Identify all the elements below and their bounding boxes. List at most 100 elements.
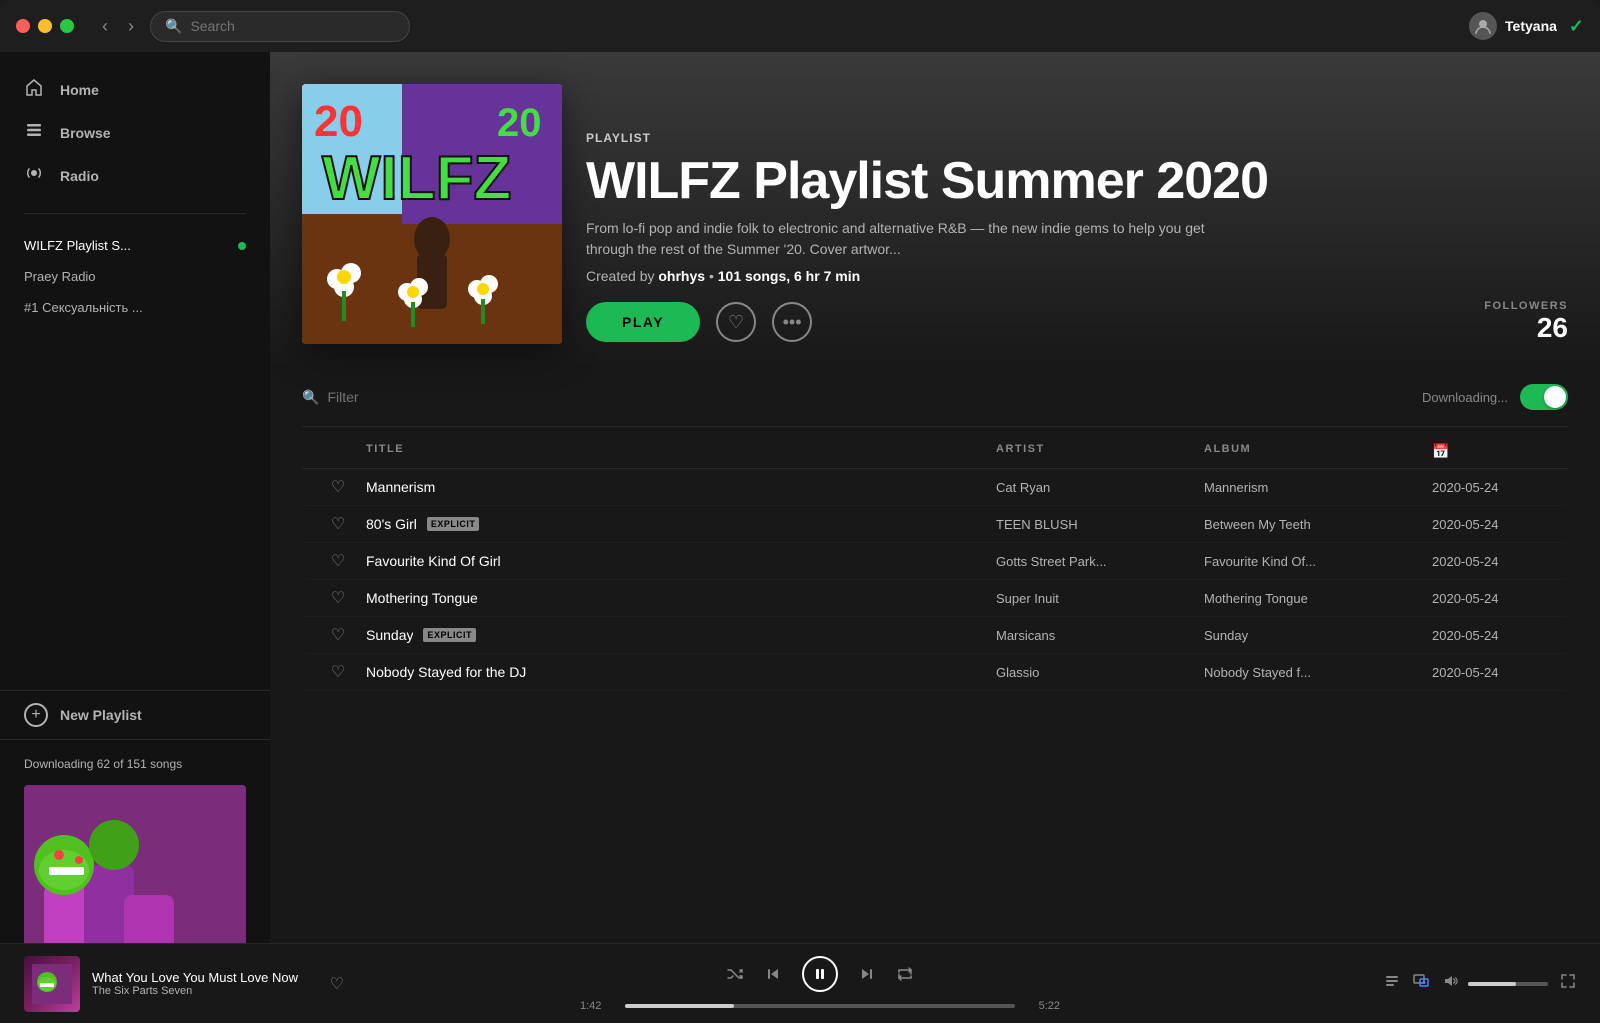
- playlist-actions: PLAY ♡ ••• FOLLOWERS 26: [586, 300, 1568, 344]
- filter-input[interactable]: [327, 389, 508, 405]
- track-artist[interactable]: Super Inuit: [996, 591, 1196, 606]
- track-list-toolbar: 🔍 Downloading...: [302, 368, 1568, 427]
- back-button[interactable]: ‹: [94, 13, 116, 39]
- track-artist[interactable]: TEEN BLUSH: [996, 517, 1196, 532]
- track-row[interactable]: ♡ Sunday EXPLICIT Marsicans Sunday 2020-…: [302, 617, 1568, 654]
- repeat-button[interactable]: [896, 965, 914, 983]
- track-title: Mothering Tongue: [366, 590, 478, 606]
- track-album[interactable]: Mannerism: [1204, 480, 1424, 495]
- progress-track[interactable]: [625, 1004, 1015, 1008]
- followers-info: FOLLOWERS 26: [1484, 300, 1568, 344]
- username-label: Tetyana: [1505, 18, 1557, 34]
- track-heart[interactable]: ♡: [318, 662, 358, 682]
- sidebar-item-radio[interactable]: Radio: [0, 154, 270, 197]
- sidebar-nav: Home Browse: [0, 52, 270, 205]
- player-buttons: [726, 956, 914, 992]
- track-title-cell: Nobody Stayed for the DJ: [366, 664, 988, 680]
- nav-arrows: ‹ ›: [94, 13, 142, 39]
- sidebar-playlist-praey-label: Praey Radio: [24, 269, 96, 284]
- track-date: 2020-05-24: [1432, 628, 1552, 643]
- title-bar-right: Tetyana ✓: [1469, 12, 1584, 40]
- track-heart[interactable]: ♡: [318, 477, 358, 497]
- search-bar[interactable]: 🔍: [150, 11, 410, 42]
- now-playing-title: What You Love You Must Love Now: [92, 970, 318, 985]
- track-heart[interactable]: ♡: [318, 625, 358, 645]
- download-toggle[interactable]: [1520, 384, 1568, 410]
- search-input[interactable]: [190, 18, 395, 34]
- radio-icon: [24, 164, 44, 187]
- track-list-container: 🔍 Downloading... TITLE ARTIST ALBUM 📅: [270, 368, 1600, 791]
- device-button[interactable]: [1412, 972, 1430, 995]
- track-title: Nobody Stayed for the DJ: [366, 664, 526, 680]
- player-bar: What You Love You Must Love Now The Six …: [0, 943, 1600, 1023]
- followers-label: FOLLOWERS: [1484, 300, 1568, 312]
- track-row[interactable]: ♡ Favourite Kind Of Girl Gotts Street Pa…: [302, 543, 1568, 580]
- like-button[interactable]: ♡: [716, 302, 756, 342]
- sidebar-item-browse[interactable]: Browse: [0, 111, 270, 154]
- minimize-button[interactable]: [38, 19, 52, 33]
- main-content: 20 WILFZ 20: [270, 52, 1600, 1023]
- prev-button[interactable]: [764, 965, 782, 983]
- toggle-knob: [1544, 386, 1566, 408]
- track-title: Mannerism: [366, 479, 435, 495]
- volume-bar[interactable]: [1468, 982, 1548, 986]
- playlist-header: 20 WILFZ 20: [270, 52, 1600, 368]
- sidebar-playlist-praey[interactable]: Praey Radio: [0, 261, 270, 292]
- close-button[interactable]: [16, 19, 30, 33]
- track-heart[interactable]: ♡: [318, 551, 358, 571]
- track-album[interactable]: Favourite Kind Of...: [1204, 554, 1424, 569]
- track-album[interactable]: Between My Teeth: [1204, 517, 1424, 532]
- sidebar-item-home[interactable]: Home: [0, 68, 270, 111]
- sidebar-playlist-wilfz[interactable]: WILFZ Playlist S...: [0, 230, 270, 261]
- track-row[interactable]: ♡ Mothering Tongue Super Inuit Mothering…: [302, 580, 1568, 617]
- sidebar-playlist-sexy[interactable]: #1 Сексуальність ...: [0, 292, 270, 323]
- playlist-title: WILFZ Playlist Summer 2020: [586, 153, 1568, 210]
- plus-icon: +: [24, 703, 48, 727]
- volume-button[interactable]: [1442, 972, 1460, 995]
- sidebar-radio-label: Radio: [60, 168, 99, 184]
- now-playing-art: [24, 956, 80, 1012]
- player-right: [1296, 972, 1576, 995]
- playlist-info: PLAYLIST WILFZ Playlist Summer 2020 From…: [586, 84, 1568, 344]
- track-date: 2020-05-24: [1432, 665, 1552, 680]
- sidebar-playlists: WILFZ Playlist S... Praey Radio #1 Сексу…: [0, 222, 270, 686]
- track-album[interactable]: Nobody Stayed f...: [1204, 665, 1424, 680]
- new-playlist-button[interactable]: + New Playlist: [0, 690, 270, 739]
- avatar: [1469, 12, 1497, 40]
- next-button[interactable]: [858, 965, 876, 983]
- forward-button[interactable]: ›: [120, 13, 142, 39]
- play-button[interactable]: PLAY: [586, 302, 700, 342]
- track-title-cell: Favourite Kind Of Girl: [366, 553, 988, 569]
- track-artist[interactable]: Glassio: [996, 665, 1196, 680]
- track-row[interactable]: ♡ Mannerism Cat Ryan Mannerism 2020-05-2…: [302, 469, 1568, 506]
- pause-button[interactable]: [802, 956, 838, 992]
- track-artist[interactable]: Marsicans: [996, 628, 1196, 643]
- filter-container: 🔍: [302, 389, 508, 406]
- queue-button[interactable]: [1384, 973, 1400, 994]
- shuffle-button[interactable]: [726, 965, 744, 983]
- title-bar: ‹ › 🔍 Tetyana ✓: [0, 0, 1600, 52]
- track-artist[interactable]: Gotts Street Park...: [996, 554, 1196, 569]
- track-heart[interactable]: ♡: [318, 514, 358, 534]
- track-album[interactable]: Mothering Tongue: [1204, 591, 1424, 606]
- track-album[interactable]: Sunday: [1204, 628, 1424, 643]
- now-playing: What You Love You Must Love Now The Six …: [24, 956, 344, 1012]
- explicit-badge: EXPLICIT: [423, 628, 476, 642]
- track-heart[interactable]: ♡: [318, 588, 358, 608]
- user-info[interactable]: Tetyana: [1469, 12, 1557, 40]
- volume-container: [1442, 972, 1548, 995]
- check-icon: ✓: [1569, 16, 1584, 37]
- now-playing-info: What You Love You Must Love Now The Six …: [92, 970, 318, 997]
- header-artist: ARTIST: [996, 443, 1196, 460]
- maximize-button[interactable]: [60, 19, 74, 33]
- fullscreen-button[interactable]: [1560, 973, 1576, 994]
- window-controls: [16, 19, 74, 33]
- playlist-creator[interactable]: ohrhys: [658, 268, 705, 284]
- main-layout: Home Browse: [0, 52, 1600, 1023]
- track-row[interactable]: ♡ Nobody Stayed for the DJ Glassio Nobod…: [302, 654, 1568, 691]
- more-button[interactable]: •••: [772, 302, 812, 342]
- track-artist[interactable]: Cat Ryan: [996, 480, 1196, 495]
- now-playing-heart[interactable]: ♡: [330, 974, 344, 994]
- track-row[interactable]: ♡ 80's Girl EXPLICIT TEEN BLUSH Between …: [302, 506, 1568, 543]
- track-title: Sunday: [366, 627, 413, 643]
